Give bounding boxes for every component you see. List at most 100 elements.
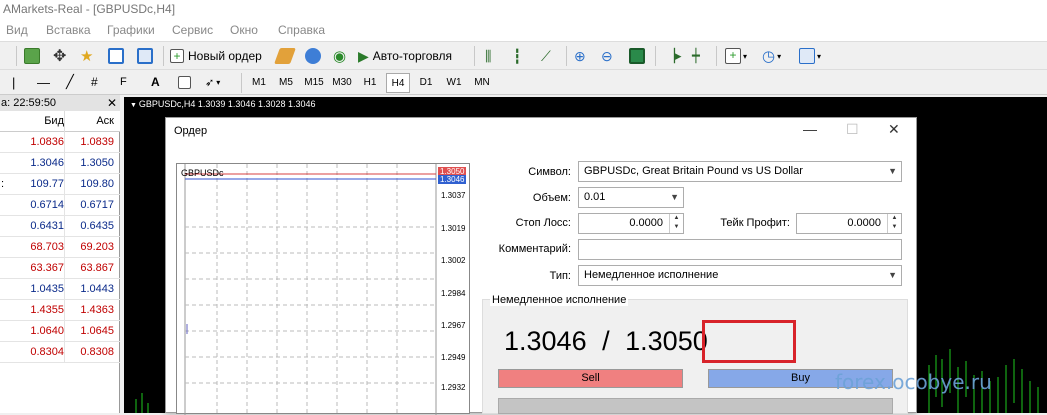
templates-icon[interactable]: ▾ [799, 46, 821, 66]
quote-display: 1.3046 / 1.3050 [504, 326, 708, 357]
tick-chart-svg [184, 164, 437, 415]
menu-view[interactable]: Вид [6, 19, 28, 41]
crosshair-move-icon[interactable]: ✥ [53, 46, 66, 66]
market-watch-row[interactable]: 63.367 63.867 [0, 258, 120, 279]
vertical-line-icon[interactable]: | [12, 72, 15, 92]
candlestick-icon[interactable]: ┇ [513, 46, 521, 66]
symbol-select[interactable]: GBPUSDc, Great Britain Pound vs US Dolla… [578, 161, 902, 182]
volume-value: 0.01 [584, 191, 606, 203]
tf-m1[interactable]: M1 [248, 73, 270, 93]
stepper-icon[interactable]: ▲ ▼ [669, 214, 683, 233]
tick-chart-tick: 1.2984 [441, 289, 466, 298]
market-watch-row[interactable]: 1.0640 1.0645 [0, 321, 120, 342]
sell-button[interactable]: Sell [498, 369, 683, 388]
tick-chart-bid-label: 1.3046 [438, 175, 467, 184]
menu-bar: Вид Вставка Графики Сервис Окно Справка [0, 19, 1047, 41]
menu-help[interactable]: Справка [278, 19, 325, 41]
data-window-icon[interactable] [137, 46, 153, 66]
column-bid[interactable]: Бид [44, 115, 64, 127]
stoploss-label: Стоп Лосс: [515, 217, 571, 229]
trendline-icon[interactable]: ╱ [66, 72, 74, 92]
tick-chart-tick: 1.2949 [441, 353, 466, 362]
terminal-icon[interactable] [305, 46, 321, 66]
column-ask[interactable]: Аск [96, 115, 114, 127]
tf-h1[interactable]: H1 [359, 73, 381, 93]
text-tool-icon[interactable]: A [151, 72, 160, 92]
menu-charts[interactable]: Графики [107, 19, 155, 41]
standard-toolbar: ✥ ★ + Новый ордер ◉ ▶ Авто-торговля ⫼ ┇ … [0, 41, 1047, 69]
fibonacci-icon[interactable]: F [120, 72, 127, 92]
tf-d1[interactable]: D1 [415, 73, 437, 93]
tf-h4[interactable]: H4 [386, 73, 410, 93]
horizontal-line-icon[interactable]: — [37, 72, 50, 92]
bid-value: 1.0836 [30, 136, 64, 148]
chevron-down-icon: ▼ [888, 270, 897, 280]
volume-select[interactable]: 0.01 ▼ [578, 187, 684, 208]
ask-value: 1.3050 [80, 157, 114, 169]
menu-service[interactable]: Сервис [172, 19, 213, 41]
market-watch-row[interactable]: 0.8304 0.8308 [0, 342, 120, 363]
periods-icon[interactable]: ◷ ▾ [762, 46, 781, 66]
market-watch-row[interactable]: 0.6714 0.6717 [0, 195, 120, 216]
market-watch-row[interactable]: 1.0435 1.0443 [0, 279, 120, 300]
tick-chart-tick: 1.2932 [441, 383, 466, 392]
autoscroll-icon[interactable]: ┿ [692, 46, 700, 66]
ask-highlight-box [702, 320, 796, 363]
bid-value: 0.6714 [30, 199, 64, 211]
signals-icon[interactable]: ◉ [333, 46, 346, 66]
market-watch-row[interactable]: 1.3046 1.3050 [0, 153, 120, 174]
order-type-select[interactable]: Немедленное исполнение ▼ [578, 265, 902, 286]
market-watch-row[interactable]: 0.6431 0.6435 [0, 216, 120, 237]
arrows-icon[interactable]: ➶ ▾ [205, 72, 220, 92]
tf-m30[interactable]: M30 [330, 73, 354, 93]
ask-value: 1.0839 [80, 136, 114, 148]
zoom-out-icon[interactable]: ⊖ [601, 46, 613, 66]
order-type-label: Тип: [549, 270, 571, 282]
comment-input[interactable] [578, 239, 902, 260]
market-watch-row[interactable]: 68.703 69.203 [0, 237, 120, 258]
menu-insert[interactable]: Вставка [46, 19, 91, 41]
ask-value: 109.80 [80, 178, 114, 190]
maximize-icon[interactable]: ☐ [846, 121, 859, 138]
comment-label: Комментарий: [498, 243, 571, 255]
stepper-icon[interactable]: ▲ ▼ [887, 214, 901, 233]
bid-value: 63.367 [30, 262, 64, 274]
market-watch-row[interactable]: : 109.77 109.80 [0, 174, 120, 195]
autotrading-button[interactable]: ▶ Авто-торговля [358, 46, 452, 66]
zoom-in-icon[interactable]: ⊕ [574, 46, 586, 66]
window-title: AMarkets-Real - [GBPUSDc,H4] [0, 0, 1047, 19]
tf-m5[interactable]: M5 [275, 73, 297, 93]
favorites-icon[interactable]: ★ [80, 46, 93, 66]
navigator-icon[interactable] [108, 46, 124, 66]
metaeditor-icon[interactable] [274, 46, 296, 66]
bar-chart-icon[interactable]: ⫼ [485, 46, 491, 66]
minimize-icon[interactable]: — [803, 121, 817, 137]
close-icon[interactable]: ✕ [888, 121, 900, 138]
indicators-icon[interactable]: + ▾ [725, 46, 747, 66]
market-watch-row[interactable]: 1.4355 1.4363 [0, 300, 120, 321]
line-chart-icon[interactable]: ⟋ [541, 46, 551, 66]
takeprofit-input[interactable]: 0.0000 ▲ ▼ [796, 213, 902, 234]
ask-value: 1.0645 [80, 325, 114, 337]
tf-mn[interactable]: MN [470, 73, 494, 93]
autotrading-label: Авто-торговля [372, 49, 453, 63]
stoploss-input[interactable]: 0.0000 ▲ ▼ [578, 213, 684, 234]
close-icon[interactable]: ✕ [107, 95, 117, 111]
new-chart-icon[interactable] [24, 46, 40, 66]
channel-icon[interactable]: # [91, 72, 98, 92]
text-label-icon[interactable] [178, 72, 191, 92]
new-order-icon: + [170, 49, 184, 63]
tick-chart-tick: 1.3019 [441, 224, 466, 233]
price-separator: / [602, 326, 610, 356]
tf-w1[interactable]: W1 [443, 73, 465, 93]
place-order-button[interactable] [498, 398, 893, 414]
new-order-button[interactable]: + Новый ордер [170, 46, 262, 66]
tf-m15[interactable]: M15 [302, 73, 326, 93]
takeprofit-label: Тейк Профит: [720, 217, 790, 229]
chart-shift-icon[interactable]: ▕▸ [665, 46, 682, 66]
tile-windows-icon[interactable] [629, 46, 645, 66]
tick-chart-symbol: GBPUSDc [181, 168, 224, 178]
menu-window[interactable]: Окно [230, 19, 258, 41]
market-watch-row[interactable]: 1.0836 1.0839 [0, 132, 120, 153]
ask-price: 1.3050 [625, 326, 708, 356]
